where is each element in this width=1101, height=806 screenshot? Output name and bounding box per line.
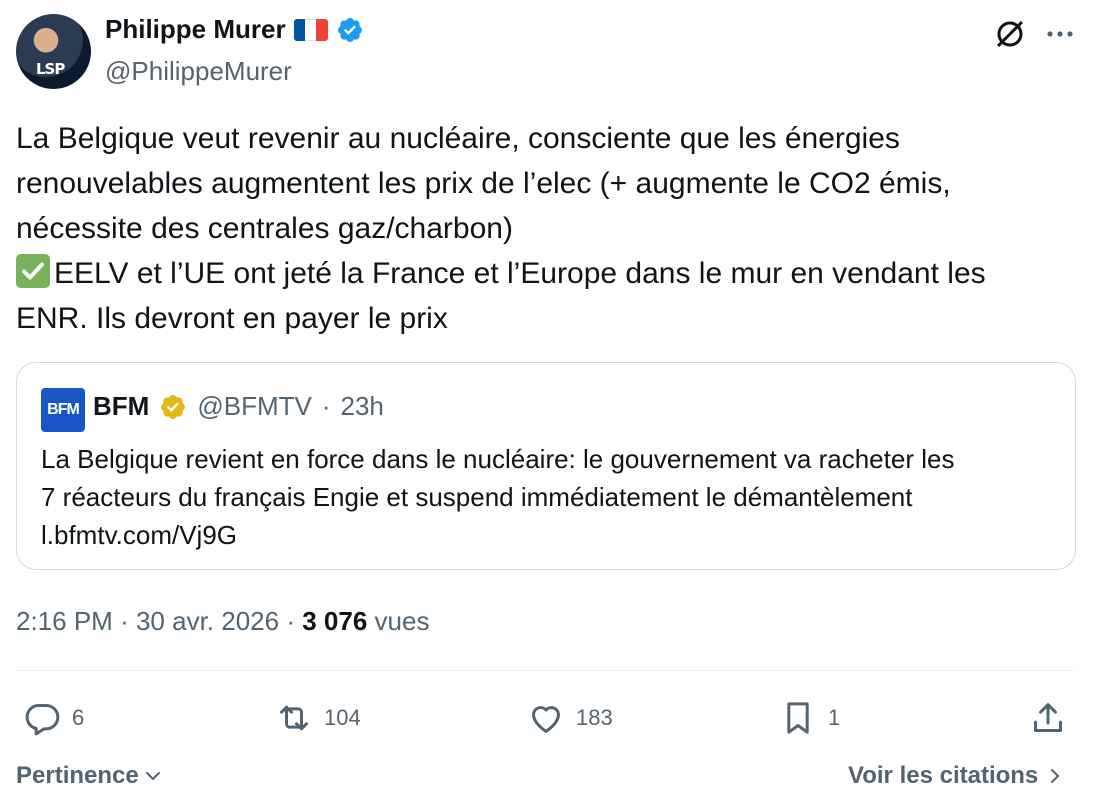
like-button[interactable]: 183	[526, 698, 613, 738]
like-count: 183	[576, 705, 613, 730]
reply-button[interactable]: 6	[22, 698, 84, 738]
repost-button[interactable]: 104	[274, 698, 361, 738]
views-count: 3 076	[302, 606, 368, 636]
reply-icon	[25, 704, 60, 736]
gold-verified-badge-icon[interactable]	[159, 393, 187, 421]
tweet-line: EELV et l’UE ont jeté la France et l’Eur…	[54, 257, 986, 290]
bfm-logo-text: BFM	[47, 401, 80, 418]
check-mark-emoji-icon	[16, 254, 50, 288]
sort-label: Pertinence	[16, 762, 139, 789]
quote-line: La Belgique revient en force dans le nuc…	[41, 444, 955, 474]
separator: ·	[286, 606, 295, 636]
separator: ·	[321, 391, 331, 421]
bookmark-count: 1	[828, 705, 841, 730]
heart-icon	[532, 706, 560, 733]
sort-dropdown[interactable]: Pertinence	[16, 762, 163, 790]
france-flag-icon	[293, 18, 328, 41]
author-name-row[interactable]: Philippe Murer	[105, 14, 364, 45]
share-button[interactable]	[1028, 698, 1068, 738]
quote-header: BFM @BFMTV · 23h	[93, 391, 384, 422]
avatar[interactable]: LSP	[16, 14, 91, 89]
view-quotes-label: Voir les citations	[848, 762, 1039, 789]
grok-icon[interactable]	[990, 14, 1030, 54]
views-label: vues	[374, 606, 430, 636]
divider	[16, 670, 1076, 671]
verified-badge-icon[interactable]	[336, 16, 364, 44]
quote-text: La Belgique revient en force dans le nuc…	[41, 440, 954, 554]
view-quotes-link[interactable]: Voir les citations	[848, 762, 1064, 790]
quote-handle[interactable]: @BFMTV	[197, 391, 312, 422]
tweet-line: renouvelables augmentent les prix de l’e…	[16, 167, 951, 200]
avatar-watermark: LSP	[36, 60, 65, 78]
reply-count: 6	[72, 705, 85, 730]
quote-link[interactable]: l.bfmtv.com/Vj9G	[41, 516, 954, 554]
post-time[interactable]: 2:16 PM	[16, 606, 113, 636]
author-handle[interactable]: @PhilippeMurer	[105, 56, 292, 87]
tweet-meta: 2:16 PM · 30 avr. 2026 · 3 076 vues	[16, 606, 429, 637]
share-icon	[1034, 703, 1062, 732]
separator: ·	[120, 606, 129, 636]
bookmark-button[interactable]: 1	[778, 698, 840, 738]
chevron-right-icon	[1051, 769, 1060, 783]
post-date[interactable]: 30 avr. 2026	[136, 606, 279, 636]
tweet-text: La Belgique veut revenir au nucléaire, c…	[16, 116, 1076, 341]
chevron-down-icon	[145, 772, 160, 781]
quote-line: 7 réacteurs du français Engie et suspend…	[41, 482, 913, 512]
quoted-tweet-card[interactable]: BFM BFM @BFMTV · 23h La Belgique revient…	[16, 362, 1076, 570]
quote-time[interactable]: 23h	[341, 391, 384, 422]
quote-author-name[interactable]: BFM	[93, 391, 149, 422]
bfm-avatar[interactable]: BFM	[41, 388, 85, 432]
repost-count: 104	[324, 705, 361, 730]
bookmark-icon	[787, 702, 809, 734]
tweet-line: ENR. Ils devront en payer le prix	[16, 302, 448, 335]
more-options-icon[interactable]	[1040, 14, 1080, 54]
tweet-line: La Belgique veut revenir au nucléaire, c…	[16, 122, 900, 155]
tweet-line: nécessite des centrales gaz/charbon)	[16, 212, 513, 245]
repost-icon	[280, 705, 308, 731]
author-name[interactable]: Philippe Murer	[105, 14, 286, 45]
tweet-line-with-emoji: EELV et l’UE ont jeté la France et l’Eur…	[16, 251, 1076, 296]
